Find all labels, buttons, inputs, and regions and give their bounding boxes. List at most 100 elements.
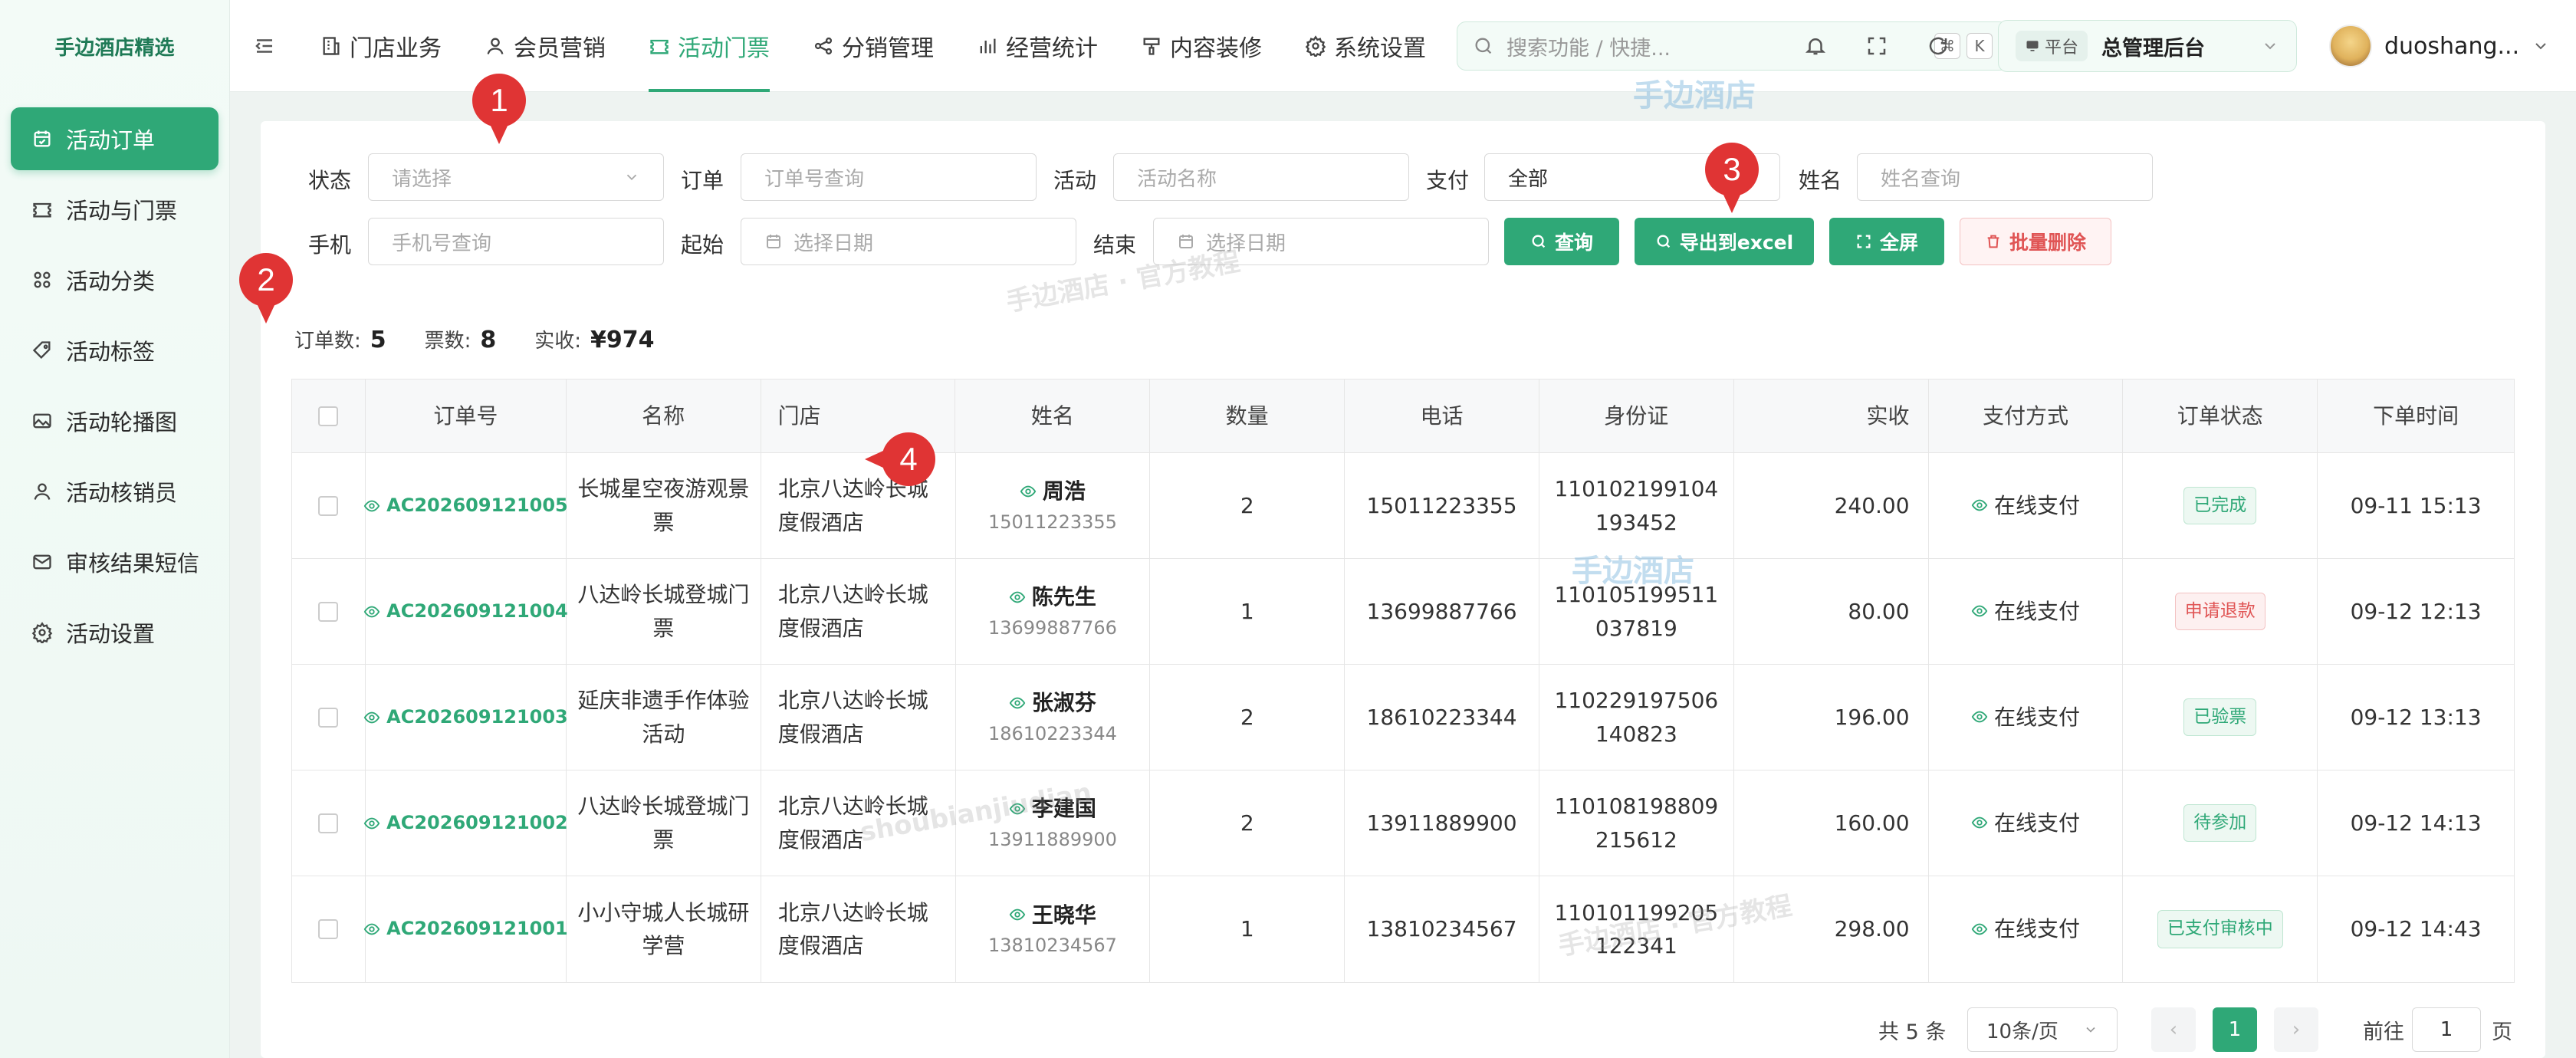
sidebar-item-2[interactable]: 活动分类 — [11, 248, 219, 311]
person-name-link[interactable]: 张淑芬 — [1009, 686, 1096, 719]
person-name: 陈先生 — [1031, 584, 1096, 610]
fullscreen-button-label: 全屏 — [1879, 232, 1918, 254]
watermark-logo-2: 手边酒店 — [1572, 554, 1694, 589]
column-header: 名称 — [567, 380, 761, 452]
callout-3: 3 — [1705, 143, 1759, 213]
user-icon — [485, 35, 514, 57]
order-number: AC202609121002 — [386, 811, 568, 833]
sidebar-item-3[interactable]: 活动标签 — [11, 319, 219, 382]
refresh-icon[interactable] — [1924, 32, 1952, 60]
sidebar-item-7[interactable]: 活动设置 — [11, 601, 219, 664]
prev-page-button[interactable]: ‹ — [2151, 1007, 2196, 1052]
platform-select[interactable]: 平台 总管理后台 — [1998, 20, 2297, 72]
bell-icon[interactable] — [1802, 32, 1829, 60]
status-label: 状态 — [308, 168, 352, 193]
sidebar-item-4[interactable]: 活动轮播图 — [11, 389, 219, 452]
row-checkbox[interactable] — [318, 601, 339, 622]
user-icon — [31, 480, 54, 503]
query-button-label: 查询 — [1554, 232, 1593, 254]
brush-icon — [1141, 35, 1170, 57]
fullscreen-icon[interactable] — [1863, 32, 1891, 60]
sidebar-item-6[interactable]: 审核结果短信 — [11, 531, 219, 593]
quantity: 1 — [1150, 876, 1346, 982]
column-header: 实收 — [1734, 380, 1929, 452]
mail-icon — [31, 550, 54, 573]
search-icon — [1532, 235, 1546, 248]
name-input[interactable]: 姓名查询 — [1857, 153, 2153, 201]
order-input[interactable]: 订单号查询 — [741, 153, 1037, 201]
page-1-button[interactable]: 1 — [2213, 1007, 2257, 1052]
order-link[interactable]: AC202609121002 — [363, 809, 568, 837]
fullscreen-button[interactable]: 全屏 — [1829, 218, 1944, 265]
pay-method-link[interactable]: 在线支付 — [1971, 912, 2080, 945]
nav-tab-2[interactable]: 活动门票 — [627, 0, 791, 92]
nav-tab-3[interactable]: 分销管理 — [791, 0, 955, 92]
row-checkbox[interactable] — [318, 707, 339, 728]
pay-method-link[interactable]: 在线支付 — [1971, 701, 2080, 734]
sidebar-item-label: 活动轮播图 — [66, 409, 178, 435]
order-cell: AC202609121005 — [363, 453, 568, 558]
sidebar-item-1[interactable]: 活动与门票 — [11, 178, 219, 241]
next-page-button[interactable]: › — [2274, 1007, 2318, 1052]
name-label: 姓名 — [1799, 168, 1842, 193]
column-header: 电话 — [1345, 380, 1539, 452]
sidebar-item-label: 活动分类 — [66, 268, 156, 294]
select-all-checkbox[interactable] — [318, 406, 339, 426]
pay-method-link[interactable]: 在线支付 — [1971, 595, 2080, 628]
status-badge: 已验票 — [2183, 698, 2257, 737]
nav-tab-label: 系统设置 — [1334, 34, 1426, 62]
order-link[interactable]: AC202609121001 — [363, 915, 568, 943]
row-checkbox[interactable] — [318, 495, 339, 516]
eye-icon — [363, 711, 380, 723]
sidebar-item-0[interactable]: 活动订单 — [11, 107, 219, 170]
row-checkbox[interactable] — [318, 813, 339, 833]
query-button[interactable]: 查询 — [1504, 218, 1619, 265]
user-menu[interactable]: duoshang... — [2329, 20, 2550, 72]
nav-tab-4[interactable]: 经营统计 — [955, 0, 1119, 92]
avatar — [2329, 25, 2372, 67]
calendar-icon — [767, 235, 780, 248]
top-bar: 门店业务 会员营销 活动门票 分销管理 经营统计 内容装修 系统设置 搜索功能 / 快捷..… — [230, 0, 2576, 92]
pay-method-link[interactable]: 在线支付 — [1971, 807, 2080, 840]
page-size-select[interactable]: 10条/页 — [1967, 1007, 2118, 1052]
export-excel-button[interactable]: 导出到excel — [1635, 218, 1814, 265]
column-header: 身份证 — [1539, 380, 1734, 452]
export-button-label: 导出到excel — [1679, 232, 1794, 254]
activity-placeholder: 活动名称 — [1137, 167, 1217, 191]
search-icon — [1657, 235, 1670, 248]
order-number: AC202609121004 — [386, 600, 568, 622]
fullscreen-icon — [1857, 235, 1871, 248]
person-phone: 13810234567 — [987, 935, 1117, 957]
building-icon — [320, 35, 350, 57]
store-name: 北京八达岭长城度假酒店 — [761, 665, 956, 770]
nav-tab-5[interactable]: 内容装修 — [1119, 0, 1283, 92]
order-link[interactable]: AC202609121005 — [363, 491, 568, 520]
page-size-value: 10条/页 — [1986, 1020, 2058, 1043]
sidebar-item-5[interactable]: 活动核销员 — [11, 460, 219, 523]
start-date-input[interactable]: 选择日期 — [741, 218, 1076, 265]
status-cell: 已完成 — [2123, 453, 2318, 558]
nav-tab-6[interactable]: 系统设置 — [1283, 0, 1447, 92]
activity-input[interactable]: 活动名称 — [1113, 153, 1409, 201]
chevron-down-icon — [2086, 1027, 2095, 1033]
row-checkbox[interactable] — [318, 919, 339, 939]
batch-delete-button[interactable]: 批量删除 — [1960, 218, 2111, 265]
nav-tab-0[interactable]: 门店业务 — [299, 0, 463, 92]
eye-icon — [1971, 606, 1988, 617]
person-name-link[interactable]: 陈先生 — [1009, 580, 1096, 613]
image-icon — [31, 409, 54, 432]
person-name-link[interactable]: 周浩 — [1020, 475, 1086, 508]
goto-page-input[interactable]: 1 — [2412, 1007, 2481, 1052]
quantity: 1 — [1150, 559, 1346, 664]
pay-method-link[interactable]: 在线支付 — [1971, 489, 2080, 522]
phone-input[interactable]: 手机号查询 — [368, 218, 664, 265]
order-link[interactable]: AC202609121004 — [363, 597, 568, 626]
orders-table: 订单号 名称 门店 姓名 数量 电话 身份证 实收 支付方式 订单状态 下单时间 AC2026091… — [291, 379, 2515, 983]
collapse-menu-icon[interactable] — [230, 34, 299, 58]
order-link[interactable]: AC202609121003 — [363, 703, 568, 731]
person-cell: 王晓华 13810234567 — [956, 876, 1151, 982]
status-badge: 申请退款 — [2174, 592, 2266, 631]
person-name-link[interactable]: 王晓华 — [1009, 899, 1096, 932]
status-select[interactable]: 请选择 — [368, 153, 664, 201]
grid-icon — [31, 268, 54, 291]
